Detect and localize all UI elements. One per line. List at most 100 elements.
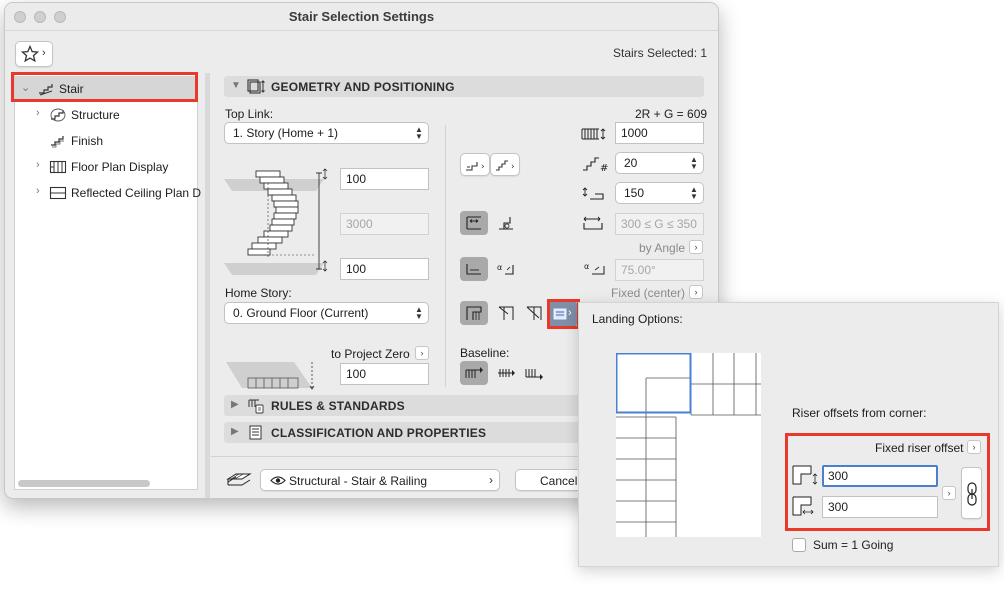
stair-elevation-diagram (224, 168, 328, 275)
classification-icon (249, 425, 262, 440)
svg-text:›: › (481, 162, 485, 172)
landing-diagonal-icon (526, 306, 542, 320)
sum-one-going-label: Sum = 1 Going (813, 538, 894, 552)
going-mode-toggle[interactable] (460, 257, 488, 281)
walkline-position-label: Fixed (center) (611, 286, 686, 300)
sum-one-going-checkbox[interactable] (792, 538, 806, 552)
stair-type-menu-button[interactable]: › (460, 153, 490, 176)
disclosure-open-icon: ▼ (231, 80, 241, 91)
landing-type-3-toggle[interactable] (520, 301, 548, 325)
top-link-value: 1. Story (Home + 1) (233, 126, 339, 140)
geometry-icon (247, 79, 265, 94)
home-story-label: Home Story: (225, 286, 292, 300)
top-link-select[interactable]: 1. Story (Home + 1) ▲ ▼ (224, 122, 429, 144)
landing-winder-icon (498, 306, 514, 320)
riser-height-icon (582, 187, 604, 200)
bottom-offset-input[interactable]: 100 (340, 258, 429, 280)
tree-item-label: Floor Plan Display (71, 160, 169, 174)
landing-type-2-toggle[interactable] (492, 301, 520, 325)
tree-horizontal-scrollbar[interactable] (18, 480, 150, 487)
riser-number-icon: # (583, 157, 608, 173)
tread-icon (466, 264, 481, 275)
up-down-arrows-icon: ▲ ▼ (415, 125, 423, 141)
star-icon (21, 45, 39, 63)
going-depth-icon (583, 216, 603, 230)
riser-height-stepper[interactable]: 150 ▲ ▼ (615, 182, 704, 204)
structure-icon (50, 108, 66, 122)
angle-input[interactable]: 75.00° (615, 259, 704, 281)
tree-item-structure[interactable]: › Structure (15, 102, 197, 128)
stair-height-input[interactable]: 3000 (340, 213, 429, 235)
svg-text:#: # (600, 163, 608, 173)
highlight-riser-offsets (785, 433, 990, 531)
section-title: CLASSIFICATION AND PROPERTIES (271, 426, 487, 440)
panel-divider (445, 125, 446, 387)
fixed-going-toggle[interactable] (460, 211, 488, 235)
home-story-select[interactable]: 0. Ground Floor (Current) ▲ ▼ (224, 302, 429, 324)
tree-item-label: Structure (71, 108, 120, 122)
tree-item-floor-plan-display[interactable]: › Floor Plan Display (15, 154, 197, 180)
landing-type-1-toggle[interactable] (460, 301, 488, 325)
project-zero-input[interactable]: 100 (340, 363, 429, 385)
highlight-landing-options (547, 299, 580, 329)
section-title: GEOMETRY AND POSITIONING (271, 80, 455, 94)
chevron-right-icon: › (36, 107, 40, 119)
stair-step-icon: › (466, 162, 485, 172)
riser-angle-icon (499, 217, 513, 230)
baseline-left-toggle[interactable] (460, 361, 488, 385)
walkline-position-menu-button[interactable]: › (689, 285, 703, 299)
layer-name: Structural - Stair & Railing (289, 474, 428, 488)
stair-flight-menu-button[interactable]: › (490, 153, 520, 176)
project-zero-menu-button[interactable]: › (415, 346, 429, 360)
baseline-label: Baseline: (460, 346, 510, 360)
top-offset-input[interactable]: 100 (340, 168, 429, 190)
top-link-label: Top Link: (225, 107, 274, 121)
settings-tree: ⌄ Stair › Structure Finish › Floor Plan … (14, 72, 201, 490)
alpha-angle-icon: α (497, 263, 514, 275)
angle-icon: α (584, 262, 605, 275)
tree-item-label: Reflected Ceiling Plan D (71, 186, 202, 200)
chevron-right-icon: › (42, 47, 46, 59)
up-down-arrows-icon: ▲ ▼ (690, 155, 698, 171)
layer-select-button[interactable]: Structural - Stair & Railing › (260, 469, 500, 491)
stair-flight-icon: › (496, 160, 515, 172)
svg-text:α: α (584, 262, 589, 271)
landing-options-popover: Landing Options: Riser offsets from corn… (578, 302, 999, 567)
fixed-riser-toggle[interactable] (492, 211, 520, 235)
angle-mode-toggle[interactable]: α (492, 257, 520, 281)
cancel-label: Cancel (540, 474, 578, 488)
riser-number-stepper[interactable]: 20 ▲ ▼ (615, 152, 704, 174)
landing-plan-diagram (616, 353, 761, 537)
section-geometry-positioning[interactable]: ▼ GEOMETRY AND POSITIONING (224, 76, 704, 97)
stair-width-icon (581, 128, 606, 140)
landing-options-title: Landing Options: (592, 312, 683, 326)
baseline-right-toggle[interactable] (520, 361, 548, 385)
project-zero-diagram (226, 362, 315, 390)
section-title: RULES & STANDARDS (271, 399, 405, 413)
landing-plan-icon (466, 306, 482, 320)
tree-item-reflected-ceiling-plan[interactable]: › Reflected Ceiling Plan D (15, 180, 201, 206)
stair-width-input[interactable]: 1000 (615, 122, 704, 144)
riser-height-value: 150 (624, 186, 645, 200)
eye-icon (270, 476, 286, 485)
svg-text:α: α (497, 263, 502, 272)
going-range-input[interactable]: 300 ≤ G ≤ 350 (615, 213, 704, 235)
title-bar: Stair Selection Settings (5, 3, 718, 31)
favorites-button[interactable]: › (15, 41, 53, 67)
tree-item-finish[interactable]: Finish (15, 128, 197, 154)
ceiling-plan-icon (49, 186, 67, 200)
rules-icon (248, 399, 264, 414)
home-story-value: 0. Ground Floor (Current) (233, 306, 369, 320)
chevron-right-icon: › (489, 473, 493, 487)
by-angle-label: by Angle (639, 241, 686, 255)
up-down-arrows-icon: ▲ ▼ (690, 185, 698, 201)
window-title: Stair Selection Settings (288, 9, 435, 24)
baseline-center-toggle[interactable] (492, 361, 520, 385)
floor-plan-icon (49, 160, 67, 174)
disclosure-closed-icon: ▶ (231, 426, 239, 437)
by-angle-menu-button[interactable]: › (689, 240, 703, 254)
pane-splitter[interactable] (205, 73, 210, 498)
project-zero-label: to Project Zero (331, 347, 410, 361)
svg-text:›: › (511, 162, 515, 172)
layer-icon (226, 473, 252, 486)
